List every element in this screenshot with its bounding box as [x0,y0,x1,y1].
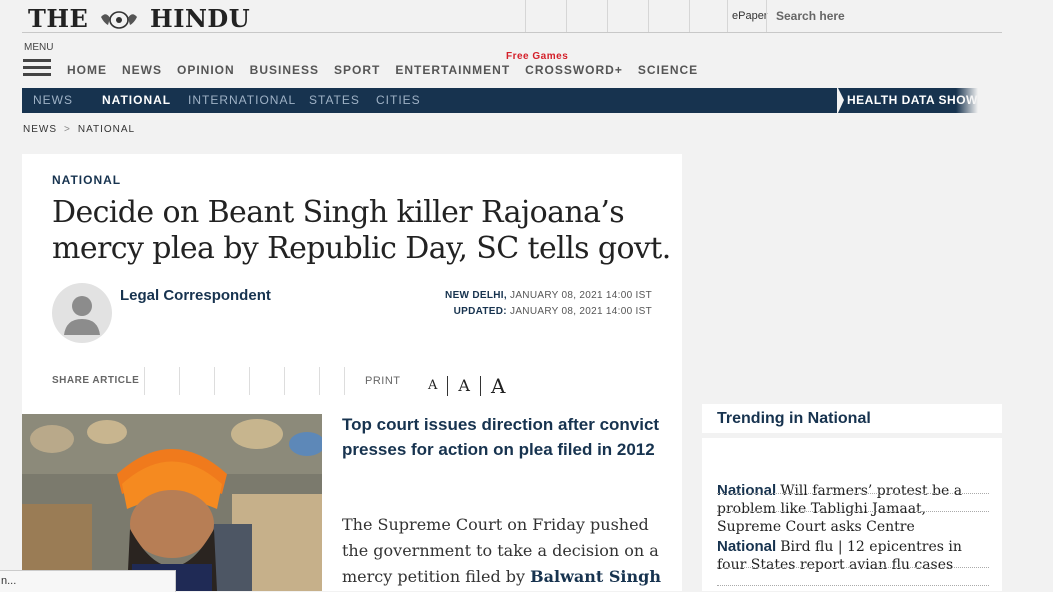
article-body: The Supreme Court on Friday pushed the g… [342,512,662,590]
subnav-states[interactable]: STATES [309,88,360,113]
nav-crossword[interactable]: CROSSWORD+ [525,63,623,77]
trending-divider [717,493,989,494]
author-avatar [52,283,112,343]
font-size-medium-button[interactable]: A [448,376,481,396]
social-link-slot[interactable] [648,0,689,32]
body-link-balwant-singh[interactable]: Balwant Singh [530,567,661,586]
emblem-icon [99,6,139,35]
social-link-slot[interactable] [689,0,730,32]
article-kicker[interactable]: NATIONAL [52,173,121,187]
trending-header: Trending in National [702,404,1002,433]
trending-item[interactable]: National Will farmers’ protest be a probl… [717,482,989,536]
share-button[interactable] [284,367,319,395]
subnav-national[interactable]: NATIONAL [102,88,171,113]
status-text: n... [1,575,17,587]
font-size-small-button[interactable]: A [418,376,449,396]
hero-photo-illustration [22,414,322,591]
breadcrumb-news[interactable]: NEWS [23,124,57,135]
share-button[interactable] [144,367,179,395]
trending-title: Trending in National [717,410,871,427]
nav-sport[interactable]: SPORT [334,63,380,77]
social-link-slot[interactable] [525,0,566,32]
subnav-international[interactable]: INTERNATIONAL [188,88,296,113]
article-headline: Decide on Beant Singh killer Rajoana’s m… [52,195,671,266]
trending-tag: National [717,538,777,555]
print-button[interactable]: PRINT [365,375,401,387]
font-size-large-button[interactable]: A [481,376,515,396]
trending-item[interactable]: National Bird flu | 12 epicentres in four… [717,538,989,574]
nav-entertainment[interactable]: ENTERTAINMENT [395,63,510,77]
epaper-link[interactable]: ePaper [727,0,771,32]
share-buttons [144,367,354,395]
social-links [525,0,730,32]
main-nav: HOME NEWS OPINION BUSINESS SPORT ENTERTA… [67,63,713,77]
social-link-slot[interactable] [566,0,607,32]
menu-label: MENU [24,42,54,53]
nav-opinion[interactable]: OPINION [177,63,235,77]
site-logo[interactable]: THE HINDU [28,4,250,35]
trending-tag: National [717,482,777,499]
trending-divider [717,511,989,512]
trending-divider [717,567,989,568]
trending-divider [717,585,989,586]
author-name[interactable]: Legal Correspondent [120,287,271,304]
search-placeholder: Search here [776,9,845,23]
hamburger-menu-icon[interactable] [23,59,51,77]
search-input[interactable]: Search here [766,0,1003,32]
share-article-label: SHARE ARTICLE [52,375,140,386]
logo-word-right: HINDU [150,4,251,33]
print-control: PRINT [344,367,401,395]
header-divider [22,32,1002,33]
user-silhouette-icon [64,296,100,335]
share-button[interactable] [214,367,249,395]
logo-word-left: THE [28,4,89,33]
free-games-promo[interactable]: Free Games [506,51,568,62]
share-button[interactable] [249,367,284,395]
breadcrumb-national[interactable]: NATIONAL [78,124,135,135]
trending-list: National Will farmers’ protest be a probl… [702,438,1002,591]
breadcrumb-separator: > [64,124,71,135]
browser-status-bar: n... [0,570,176,592]
share-button[interactable] [179,367,214,395]
breadcrumb: NEWS > NATIONAL [23,124,135,135]
updated-date: JANUARY 08, 2021 14:00 IST [510,306,652,317]
subnav-cities[interactable]: CITIES [376,88,421,113]
article-dateline: NEW DELHI, JANUARY 08, 2021 14:00 IST UP… [360,288,652,320]
social-link-slot[interactable] [607,0,648,32]
dateline-date: JANUARY 08, 2021 14:00 IST [510,290,652,301]
health-data-banner[interactable]: HEALTH DATA SHOWS [838,88,978,113]
subnav-news[interactable]: NEWS [33,88,73,113]
section-subnav: NEWS NATIONAL INTERNATIONAL STATES CITIE… [22,88,837,113]
font-size-controls: A A A [418,370,515,396]
nav-news[interactable]: NEWS [122,63,162,77]
nav-business[interactable]: BUSINESS [250,63,319,77]
dateline-place: NEW DELHI, [445,290,507,301]
nav-home[interactable]: HOME [67,63,107,77]
article-hero-photo[interactable] [22,414,322,591]
nav-science[interactable]: SCIENCE [638,63,698,77]
updated-label: UPDATED: [453,306,507,317]
article-dek: Top court issues direction after convict… [342,415,660,459]
